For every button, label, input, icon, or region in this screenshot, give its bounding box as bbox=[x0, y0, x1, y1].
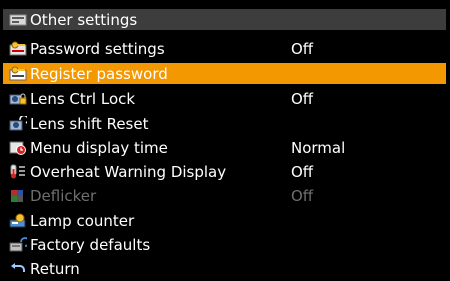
menu-item-label: Return bbox=[30, 259, 80, 278]
menu-item-label: Register password bbox=[30, 64, 168, 83]
menu-item-register-password[interactable]: Register password bbox=[3, 63, 446, 84]
return-arrow-icon bbox=[9, 261, 27, 276]
menu-item-lens-ctrl-lock[interactable]: Lens Ctrl Lock Off bbox=[3, 88, 446, 109]
menu-item-value: Off bbox=[291, 39, 314, 58]
menu-item-value: Off bbox=[291, 89, 314, 108]
menu-item-label: Overheat Warning Display bbox=[30, 162, 227, 181]
menu-item-label: Lens Ctrl Lock bbox=[30, 89, 136, 108]
menu-item-return[interactable]: Return bbox=[3, 258, 446, 279]
lens-reset-icon bbox=[9, 116, 27, 131]
settings-box-icon bbox=[9, 12, 27, 27]
menu-item-label: Password settings bbox=[30, 39, 165, 58]
menu-item-factory-defaults[interactable]: Factory defaults bbox=[3, 234, 446, 255]
menu-item-menu-display-time[interactable]: Menu display time Normal bbox=[3, 137, 446, 158]
lens-lock-icon bbox=[9, 91, 27, 106]
menu-title: Other settings bbox=[30, 10, 138, 29]
menu-item-value: Off bbox=[291, 186, 314, 205]
menu-title-bar: Other settings bbox=[3, 9, 446, 30]
other-settings-menu: Other settings Password settings Off Reg… bbox=[0, 0, 450, 281]
thermometer-icon bbox=[9, 164, 27, 179]
menu-item-overheat-warning-display[interactable]: Overheat Warning Display Off bbox=[3, 161, 446, 182]
menu-item-lens-shift-reset[interactable]: Lens shift Reset bbox=[3, 113, 446, 134]
password-key-icon bbox=[9, 41, 27, 56]
factory-defaults-icon bbox=[9, 237, 27, 252]
menu-item-label: Lens shift Reset bbox=[30, 114, 149, 133]
menu-item-value: Off bbox=[291, 162, 314, 181]
menu-item-lamp-counter[interactable]: Lamp counter bbox=[3, 210, 446, 231]
clock-menu-icon bbox=[9, 140, 27, 155]
lamp-counter-icon bbox=[9, 213, 27, 228]
menu-item-label: Factory defaults bbox=[30, 235, 151, 254]
menu-item-value: Normal bbox=[291, 138, 346, 157]
menu-item-password-settings[interactable]: Password settings Off bbox=[3, 38, 446, 59]
deflicker-icon bbox=[9, 188, 27, 203]
password-key-icon bbox=[9, 66, 27, 81]
menu-item-label: Deflicker bbox=[30, 186, 97, 205]
menu-item-deflicker: Deflicker Off bbox=[3, 185, 446, 206]
menu-item-label: Menu display time bbox=[30, 138, 168, 157]
menu-item-label: Lamp counter bbox=[30, 211, 135, 230]
